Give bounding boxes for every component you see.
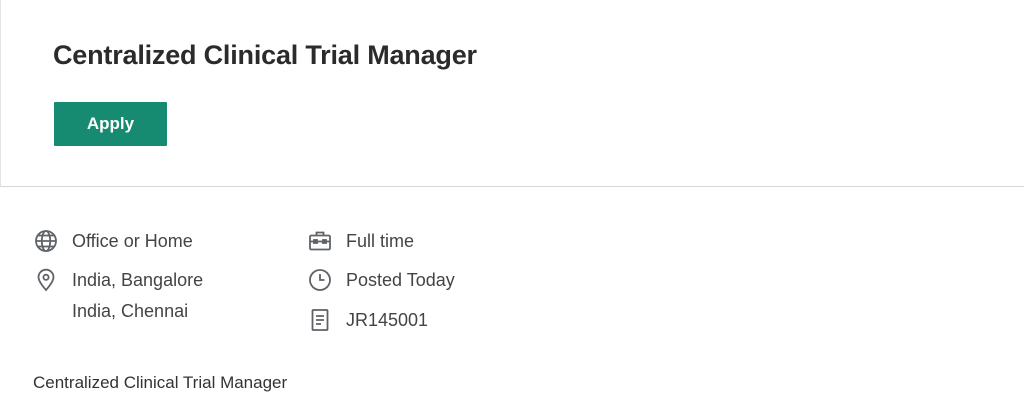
globe-icon <box>34 229 58 253</box>
posted-row: Posted Today <box>308 268 455 292</box>
apply-button[interactable]: Apply <box>54 102 167 146</box>
requisition-row: JR145001 <box>308 308 428 332</box>
clock-icon <box>308 268 332 292</box>
locations-row: India, Bangalore India, Chennai <box>34 268 203 326</box>
work-mode-label: Office or Home <box>72 231 193 251</box>
document-icon <box>308 308 332 332</box>
employment-type-label: Full time <box>346 231 415 251</box>
locations-list: India, Bangalore India, Chennai <box>72 268 203 326</box>
location-item: India, Bangalore <box>72 270 204 290</box>
job-header: Centralized Clinical Trial Manager Apply <box>0 0 1024 187</box>
employment-type-row: Full time <box>308 229 414 253</box>
job-title: Centralized Clinical Trial Manager <box>53 40 477 70</box>
requisition-id: JR145001 <box>346 310 429 330</box>
briefcase-icon <box>308 229 332 253</box>
location-pin-icon <box>34 268 58 292</box>
location-item: India, Chennai <box>72 301 189 321</box>
job-description-heading: Centralized Clinical Trial Manager <box>33 373 288 392</box>
work-mode-row: Office or Home <box>34 229 193 253</box>
posted-label: Posted Today <box>346 270 455 290</box>
